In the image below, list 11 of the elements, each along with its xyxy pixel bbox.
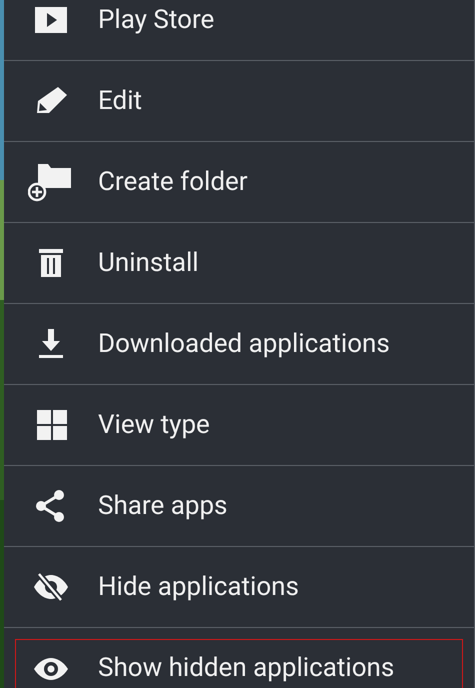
menu-item[interactable]: View type xyxy=(15,395,463,455)
menu-item[interactable]: Uninstall xyxy=(15,233,463,293)
folder-plus-icon xyxy=(28,162,74,202)
menu-item[interactable]: Share apps xyxy=(15,476,463,536)
menu-item[interactable]: Edit xyxy=(15,71,463,131)
menu-item[interactable]: Play Store xyxy=(15,0,463,50)
crossed-eye-icon xyxy=(31,570,71,604)
menu-item[interactable]: Hide applications xyxy=(15,557,463,617)
menu-item[interactable]: Show hidden applications xyxy=(15,638,463,688)
menu-item[interactable]: Create folder xyxy=(15,152,463,212)
menu-item[interactable]: Downloaded applications xyxy=(15,314,463,374)
